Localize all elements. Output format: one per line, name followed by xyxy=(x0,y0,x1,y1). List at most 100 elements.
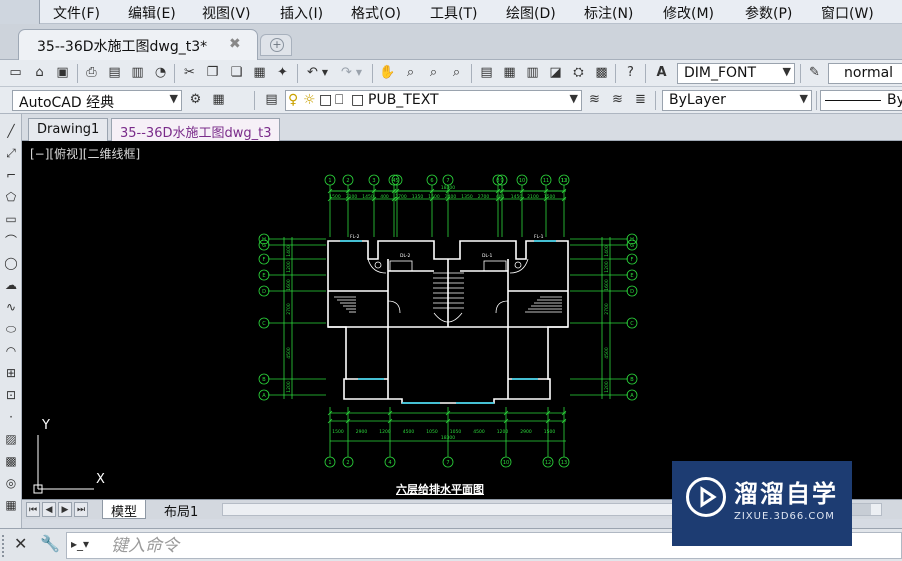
menu-edit[interactable]: 编辑(E) xyxy=(128,3,176,23)
menu-tools[interactable]: 工具(T) xyxy=(430,3,477,23)
grip-handle[interactable] xyxy=(2,535,7,557)
watermark-subtitle: ZIXUE.3D66.COM xyxy=(734,511,835,522)
help-icon[interactable]: ? xyxy=(621,64,640,82)
tab-drawing1[interactable]: Drawing1 xyxy=(28,118,109,141)
chevron-down-icon: ▼ xyxy=(782,65,791,78)
wrench-icon[interactable]: 🔧 xyxy=(40,534,60,553)
drawing-canvas[interactable]: [−][俯视][二维线框] 1 2 3 4 5 6 7 8 9 10 11 12 13 1 2 4 7 10 12 1… xyxy=(22,141,902,499)
lightbulb-icon: ♀ xyxy=(288,92,299,108)
close-icon[interactable]: ✖ xyxy=(229,36,241,52)
text-style-select[interactable]: DIM_FONT ▼ xyxy=(677,63,795,84)
sheet-set-icon[interactable]: ◪ xyxy=(546,64,565,82)
workspace-toggle-icon[interactable]: ▦ xyxy=(209,91,228,109)
calculator-icon[interactable]: ▩ xyxy=(592,64,611,82)
axis-label: B xyxy=(262,377,266,383)
dimension-value: 1350 xyxy=(461,194,473,200)
properties-icon[interactable]: ▤ xyxy=(477,64,496,82)
menu-file[interactable]: 文件(F) xyxy=(53,3,100,23)
match-properties-icon[interactable]: ▦ xyxy=(250,64,269,82)
zoom-previous-icon[interactable]: ⌕ xyxy=(447,64,466,82)
zoom-window-icon[interactable]: ⌕ xyxy=(424,64,443,82)
command-prompt-icon[interactable]: ▸_▾ xyxy=(71,537,101,555)
print-preview-icon[interactable]: ▤ xyxy=(105,64,124,82)
design-center-icon[interactable]: ▦ xyxy=(500,64,519,82)
linetype-select[interactable]: By xyxy=(820,90,902,111)
menu-insert[interactable]: 插入(I) xyxy=(280,3,323,23)
close-icon[interactable]: ✕ xyxy=(14,534,27,553)
menu-modify[interactable]: 修改(M) xyxy=(663,3,714,23)
layer-select[interactable]: ♀ ☼ □ ⎕ □ PUB_TEXT ▼ xyxy=(285,90,582,111)
region-icon[interactable]: ◎ xyxy=(2,474,20,492)
markup-icon[interactable]: ⛭ xyxy=(569,64,588,82)
gear-icon[interactable]: ⚙ xyxy=(186,91,205,109)
axis-label: 1 xyxy=(328,178,331,184)
tool-palettes-icon[interactable]: ▥ xyxy=(523,64,542,82)
dimension-total: 18300 xyxy=(441,435,455,441)
menu-parametric[interactable]: 参数(P) xyxy=(745,3,792,23)
tab-current-drawing[interactable]: 35--36D水施工图dwg_t3 xyxy=(111,118,281,141)
line-icon[interactable]: ╱ xyxy=(2,122,20,140)
door-swing xyxy=(367,258,387,274)
polyline-icon[interactable]: ⌐ xyxy=(2,166,20,184)
riser-label: DL-1 xyxy=(482,253,493,259)
dimension-value: 1600 xyxy=(286,279,292,291)
zoom-realtime-icon[interactable]: ⌕ xyxy=(401,64,420,82)
axis-label: F xyxy=(263,257,266,263)
file-tab[interactable]: 35--36D水施工图dwg_t3* ✖ xyxy=(18,29,258,60)
make-block-icon[interactable]: ⊡ xyxy=(2,386,20,404)
layer-previous-icon[interactable]: ≋ xyxy=(608,91,627,109)
application-menu-button[interactable] xyxy=(0,0,40,24)
dimension-style-icon[interactable]: ✎ xyxy=(805,64,824,82)
rectangle-icon[interactable]: ▭ xyxy=(2,210,20,228)
3d-publish-icon[interactable]: ◔ xyxy=(151,64,170,82)
menu-view[interactable]: 视图(V) xyxy=(202,3,251,23)
last-tab-icon[interactable]: ⏭ xyxy=(74,502,88,517)
arc-icon[interactable]: ⌒ xyxy=(2,232,20,250)
ellipse-arc-icon[interactable]: ◠ xyxy=(2,342,20,360)
dimension-style-select[interactable]: normal xyxy=(828,63,902,84)
insert-block-icon[interactable]: ⊞ xyxy=(2,364,20,382)
menu-window[interactable]: 窗口(W) xyxy=(821,3,874,23)
first-tab-icon[interactable]: ⏮ xyxy=(26,502,40,517)
dimension-value: 1200 xyxy=(497,429,509,435)
circle-icon[interactable]: ◯ xyxy=(2,254,20,272)
revision-cloud-icon[interactable]: ☁ xyxy=(2,276,20,294)
make-current-layer-icon[interactable]: ≋ xyxy=(585,91,604,109)
spline-icon[interactable]: ∿ xyxy=(2,298,20,316)
publish-icon[interactable]: ▥ xyxy=(128,64,147,82)
tab-model[interactable]: 模型 xyxy=(102,500,147,520)
color-select[interactable]: ByLayer ▼ xyxy=(662,90,812,111)
separator xyxy=(471,64,472,83)
polygon-icon[interactable]: ⬠ xyxy=(2,188,20,206)
menu-dimension[interactable]: 标注(N) xyxy=(584,3,633,23)
pan-icon[interactable]: ✋ xyxy=(378,64,397,82)
construction-line-icon[interactable]: ⤢ xyxy=(2,144,20,162)
scrollbar-thumb[interactable] xyxy=(849,504,871,515)
point-icon[interactable]: · xyxy=(2,408,20,426)
prev-tab-icon[interactable]: ◀ xyxy=(42,502,56,517)
ellipse-icon[interactable]: ⬭ xyxy=(2,320,20,338)
hatch-icon[interactable]: ▨ xyxy=(2,430,20,448)
menu-draw[interactable]: 绘图(D) xyxy=(506,3,556,23)
layer-properties-icon[interactable]: ▤ xyxy=(262,91,281,109)
redo-dropdown-icon[interactable]: ▼ xyxy=(354,64,364,82)
cut-icon[interactable]: ✂ xyxy=(180,64,199,82)
new-tab-button[interactable]: + xyxy=(260,34,292,56)
paste-icon[interactable]: ❏ xyxy=(227,64,246,82)
print-icon[interactable]: ⎙ xyxy=(82,64,101,82)
layer-state-icon[interactable]: ≣ xyxy=(631,91,650,109)
gradient-icon[interactable]: ▩ xyxy=(2,452,20,470)
linetype-preview xyxy=(825,100,881,101)
workspace-select[interactable]: AutoCAD 经典 ▼ xyxy=(12,90,182,111)
new-file-icon[interactable]: ▭ xyxy=(6,64,25,82)
copy-icon[interactable]: ❐ xyxy=(203,64,222,82)
text-style-icon[interactable]: A xyxy=(652,64,671,82)
table-icon[interactable]: ▦ xyxy=(2,496,20,514)
next-tab-icon[interactable]: ▶ xyxy=(58,502,72,517)
menu-format[interactable]: 格式(O) xyxy=(351,3,401,23)
open-file-icon[interactable]: ⌂ xyxy=(30,64,49,82)
save-icon[interactable]: ▣ xyxy=(53,64,72,82)
tab-layout1[interactable]: 布局1 xyxy=(156,500,206,520)
block-editor-icon[interactable]: ✦ xyxy=(273,64,292,82)
undo-dropdown-icon[interactable]: ▼ xyxy=(320,64,330,82)
